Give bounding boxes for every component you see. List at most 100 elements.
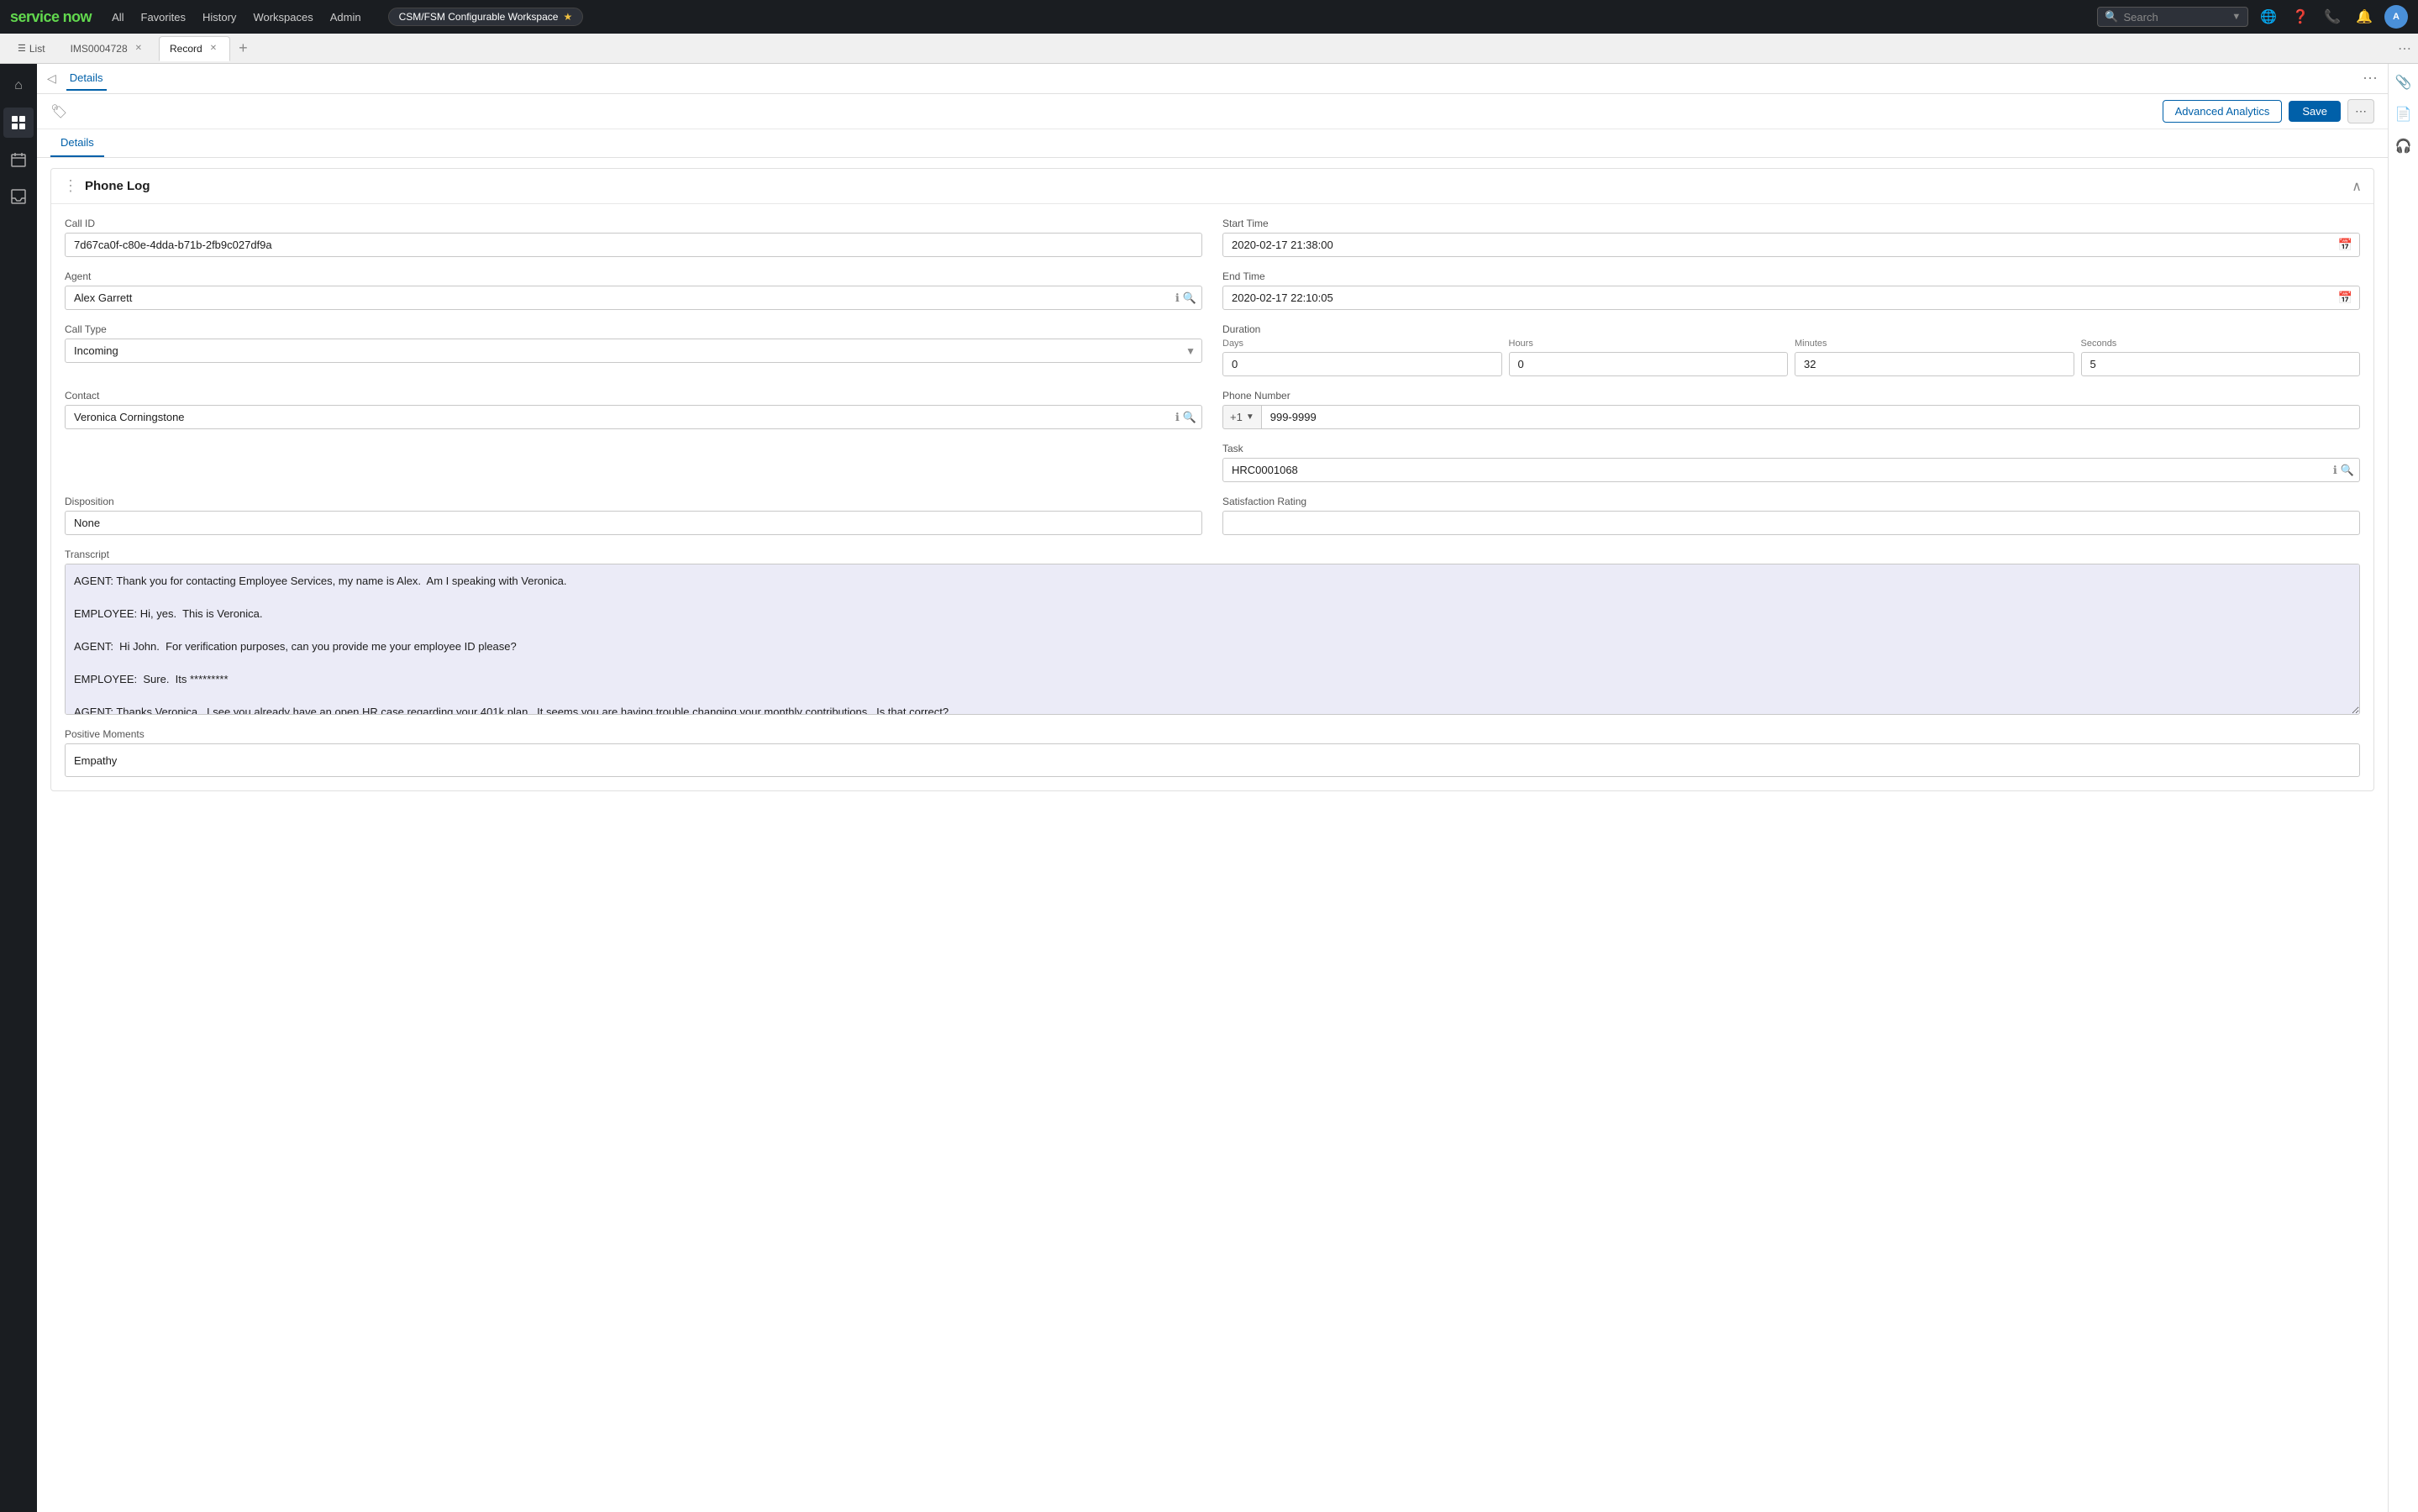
more-actions-button[interactable]: ⋯ [2347, 99, 2374, 123]
nav-all[interactable]: All [105, 8, 130, 27]
task-input[interactable] [1223, 459, 2333, 481]
minutes-input[interactable] [1795, 352, 2074, 376]
nav-links: All Favorites History Workspaces Admin [105, 8, 368, 27]
minutes-field: Minutes [1795, 339, 2074, 376]
empty-spacer [65, 443, 1202, 482]
app-layout: ⌂ [0, 64, 2418, 1512]
search-input[interactable] [2124, 11, 2227, 24]
form-grid: Call ID Start Time 📅 [51, 204, 2373, 790]
duration-group: Duration Days Hours [1222, 323, 2360, 376]
phone-log-section: ⋮ Phone Log ∧ Call ID Start Time [50, 168, 2374, 791]
globe-icon[interactable]: 🌐 [2257, 5, 2280, 29]
transcript-group: Transcript [65, 549, 2360, 715]
task-field-wrapper: ℹ 🔍 [1222, 458, 2360, 482]
contact-search-icon[interactable]: 🔍 [1183, 411, 1196, 424]
end-time-label: End Time [1222, 270, 2360, 282]
phone-icon[interactable]: 📞 [2321, 5, 2344, 29]
workspace-pill[interactable]: CSM/FSM Configurable Workspace ★ [388, 8, 584, 26]
nav-workspaces[interactable]: Workspaces [246, 8, 319, 27]
task-label: Task [1222, 443, 2360, 454]
end-time-group: End Time 📅 [1222, 270, 2360, 310]
start-time-input[interactable] [1223, 234, 2331, 256]
headset-icon[interactable]: 🎧 [2392, 134, 2415, 158]
hours-input[interactable] [1509, 352, 1789, 376]
save-button[interactable]: Save [2289, 101, 2341, 122]
action-bar: 🏷 Advanced Analytics Save ⋯ [37, 94, 2388, 129]
content-area: ◁ Details ⋯ 🏷 Advanced Analytics Save ⋯ … [37, 64, 2418, 1512]
sidebar-menu[interactable] [3, 108, 34, 138]
sub-nav-details[interactable]: Details [66, 66, 107, 91]
seconds-input[interactable] [2081, 352, 2361, 376]
sidebar-calendar[interactable] [3, 144, 34, 175]
seconds-field: Seconds [2081, 339, 2361, 376]
tab-ims-close[interactable]: ✕ [133, 43, 145, 54]
positive-moments-input[interactable] [65, 743, 2360, 777]
help-icon[interactable]: ❓ [2289, 5, 2312, 29]
seconds-label: Seconds [2081, 339, 2361, 349]
list-icon: ☰ [18, 43, 26, 54]
call-type-select-wrapper: Incoming Outgoing ▼ [65, 339, 1202, 363]
phone-number-input[interactable] [1261, 405, 2360, 429]
section-collapse-icon[interactable]: ∧ [2352, 178, 2362, 195]
transcript-textarea[interactable] [65, 564, 2360, 715]
phone-country-selector[interactable]: +1 ▼ [1222, 405, 1261, 429]
phone-country-dropdown-icon: ▼ [1246, 412, 1254, 422]
tab-list[interactable]: ☰ List [7, 36, 56, 61]
call-type-label: Call Type [65, 323, 1202, 335]
sub-nav-overflow[interactable]: ⋯ [2363, 70, 2378, 87]
sub-nav-expand-icon[interactable]: ◁ [47, 71, 56, 86]
days-field: Days [1222, 339, 1502, 376]
sidebar-inbox[interactable] [3, 181, 34, 212]
call-id-input[interactable] [65, 233, 1202, 257]
attachment-icon[interactable]: 📎 [2392, 71, 2415, 94]
agent-label: Agent [65, 270, 1202, 282]
duration-label: Duration [1222, 323, 2360, 335]
workspace-star-icon: ★ [563, 11, 572, 23]
notification-icon[interactable]: 🔔 [2352, 5, 2376, 29]
section-options-icon[interactable]: ⋮ [63, 177, 78, 195]
nav-history[interactable]: History [196, 8, 243, 27]
tab-details[interactable]: Details [50, 129, 104, 157]
contact-label: Contact [65, 390, 1202, 402]
search-dropdown-icon[interactable]: ▼ [2231, 12, 2241, 22]
sidebar-home[interactable]: ⌂ [3, 71, 34, 101]
nav-favorites[interactable]: Favorites [134, 8, 192, 27]
days-input[interactable] [1222, 352, 1502, 376]
tab-record[interactable]: Record ✕ [159, 36, 230, 61]
tab-ims[interactable]: IMS0004728 ✕ [60, 36, 155, 61]
search-box[interactable]: 🔍 ▼ [2097, 7, 2248, 27]
disposition-input[interactable] [65, 511, 1202, 535]
section-header: ⋮ Phone Log ∧ [51, 169, 2373, 204]
nav-admin[interactable]: Admin [323, 8, 368, 27]
app-logo[interactable]: servicenow [10, 8, 92, 26]
action-bar-right: Advanced Analytics Save ⋯ [2163, 99, 2374, 123]
task-info-icon[interactable]: ℹ [2333, 464, 2337, 477]
document-icon[interactable]: 📄 [2392, 102, 2415, 126]
start-time-calendar-icon[interactable]: 📅 [2331, 238, 2359, 252]
content-inner: ⋮ Phone Log ∧ Call ID Start Time [37, 168, 2388, 818]
call-type-select[interactable]: Incoming Outgoing [65, 339, 1202, 363]
disposition-group: Disposition [65, 496, 1202, 535]
tab-add-button[interactable]: + [234, 38, 253, 59]
duration-row: Days Hours Minutes [1222, 339, 2360, 376]
task-search-icon[interactable]: 🔍 [2341, 464, 2354, 477]
agent-info-icon[interactable]: ℹ [1175, 291, 1180, 305]
agent-input[interactable] [66, 286, 1175, 309]
tag-icon[interactable]: 🏷 [50, 103, 67, 120]
agent-search-icon[interactable]: 🔍 [1183, 291, 1196, 305]
satisfaction-rating-input[interactable] [1222, 511, 2360, 535]
tab-record-close[interactable]: ✕ [208, 43, 219, 54]
details-tabs: Details [37, 129, 2388, 158]
end-time-calendar-icon[interactable]: 📅 [2331, 291, 2359, 305]
disposition-label: Disposition [65, 496, 1202, 507]
call-id-group: Call ID [65, 218, 1202, 257]
contact-info-icon[interactable]: ℹ [1175, 411, 1180, 424]
section-title: Phone Log [85, 179, 2345, 193]
phone-number-label: Phone Number [1222, 390, 2360, 402]
positive-moments-label: Positive Moments [65, 728, 2360, 740]
contact-input[interactable] [66, 406, 1175, 428]
user-avatar[interactable]: A [2384, 5, 2408, 29]
advanced-analytics-button[interactable]: Advanced Analytics [2163, 100, 2283, 123]
end-time-input[interactable] [1223, 286, 2331, 309]
tab-overflow-icon[interactable]: ⋯ [2398, 40, 2411, 57]
